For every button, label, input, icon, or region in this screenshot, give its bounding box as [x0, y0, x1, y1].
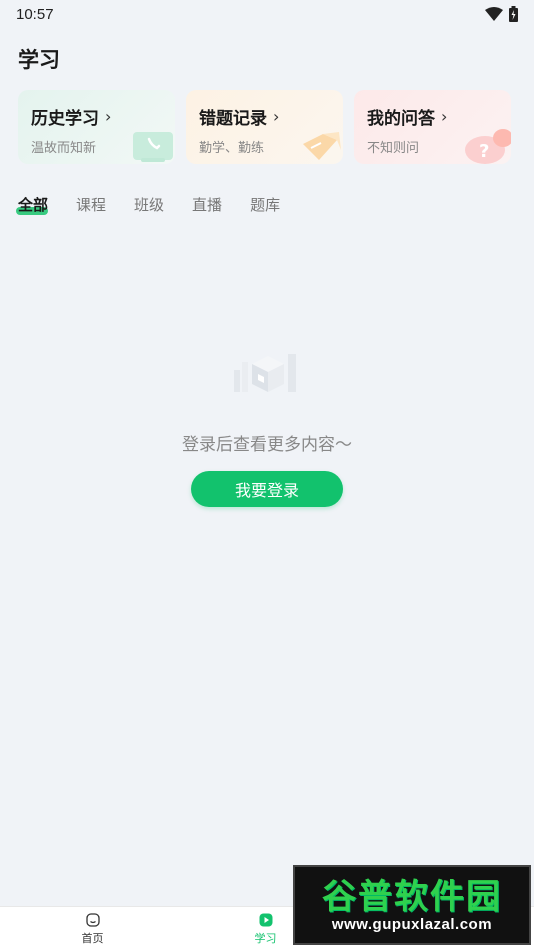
study-icon	[259, 913, 272, 926]
category-tabs: 全部 课程 班级 直播 题库	[16, 194, 308, 215]
card-title: 错题记录	[199, 109, 267, 129]
status-time: 10:57	[16, 5, 54, 23]
card-subtitle: 温故而知新	[31, 141, 97, 156]
chevron-right-icon: ›	[441, 107, 448, 126]
watermark-url: www.gupuxlazal.com	[331, 915, 493, 933]
tab-label: 题库	[250, 196, 281, 214]
login-button[interactable]: 我要登录	[191, 471, 343, 507]
feature-cards: 历史学习 › 温故而知新 错题记录 › 勤学、勤练 我的问答 › 不知则问 ?	[18, 90, 511, 164]
wrong-question-card[interactable]: 错题记录 › 勤学、勤练	[186, 90, 343, 164]
chevron-right-icon: ›	[105, 107, 112, 126]
battery-icon	[509, 6, 518, 22]
status-icons	[485, 6, 518, 22]
nav-item-home[interactable]: 首页	[6, 912, 179, 946]
tab-all[interactable]: 全部	[16, 194, 49, 215]
empty-state-message: 登录后查看更多内容～	[182, 435, 352, 455]
tab-question-bank[interactable]: 题库	[250, 194, 280, 215]
wifi-icon	[485, 7, 503, 21]
tab-course[interactable]: 课程	[76, 194, 106, 215]
home-icon	[85, 912, 100, 927]
my-qa-card[interactable]: 我的问答 › 不知则问 ?	[354, 90, 511, 164]
nav-label: 首页	[81, 931, 104, 945]
status-bar: 10:57	[0, 0, 534, 28]
page-title: 学习	[18, 48, 60, 72]
tab-label: 课程	[76, 196, 107, 214]
history-study-card[interactable]: 历史学习 › 温故而知新	[18, 90, 175, 164]
watermark-title: 谷普软件园	[322, 876, 502, 917]
card-title: 我的问答	[367, 109, 435, 129]
card-title: 历史学习	[31, 109, 99, 129]
card-subtitle: 勤学、勤练	[199, 141, 265, 156]
tab-label: 直播	[192, 196, 223, 214]
tab-label: 全部	[18, 196, 49, 214]
empty-box-illustration	[234, 354, 296, 392]
watermark-logo: 谷普软件园 www.gupuxlazal.com	[293, 865, 531, 945]
tab-class[interactable]: 班级	[134, 194, 164, 215]
chevron-right-icon: ›	[273, 107, 280, 126]
nav-label: 学习	[254, 931, 277, 945]
tab-live[interactable]: 直播	[192, 194, 222, 215]
card-subtitle: 不知则问	[367, 141, 420, 156]
tab-label: 班级	[134, 196, 165, 214]
